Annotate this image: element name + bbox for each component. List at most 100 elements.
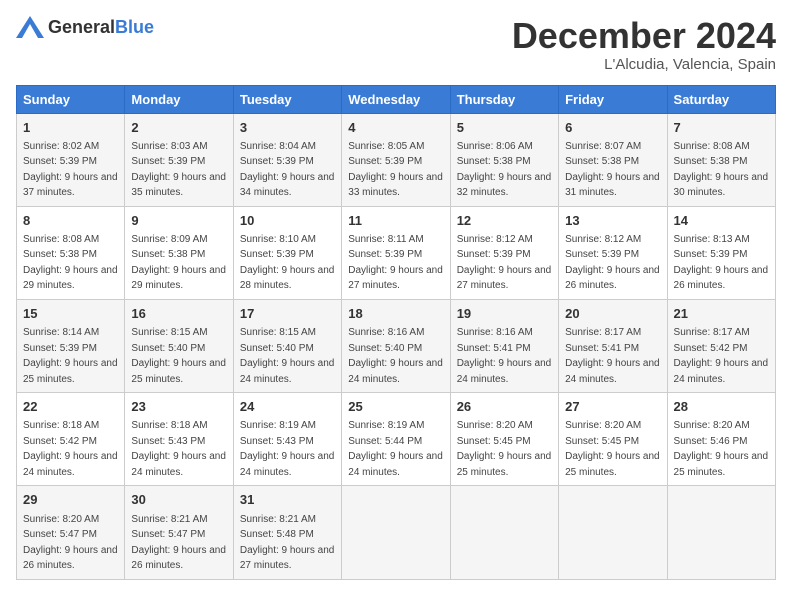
calendar-body: 1 Sunrise: 8:02 AM Sunset: 5:39 PM Daylig… xyxy=(17,113,776,579)
day-number: 19 xyxy=(457,305,552,323)
day-info: Sunrise: 8:17 AM Sunset: 5:41 PM Dayligh… xyxy=(565,327,660,385)
week-row-5: 29 Sunrise: 8:20 AM Sunset: 5:47 PM Dayli… xyxy=(17,486,776,579)
cell-week5-day1: 30 Sunrise: 8:21 AM Sunset: 5:47 PM Dayli… xyxy=(125,486,233,579)
cell-week2-day2: 10 Sunrise: 8:10 AM Sunset: 5:39 PM Dayli… xyxy=(233,206,341,299)
day-number: 20 xyxy=(565,305,660,323)
day-number: 27 xyxy=(565,398,660,416)
day-info: Sunrise: 8:10 AM Sunset: 5:39 PM Dayligh… xyxy=(240,234,335,292)
day-number: 6 xyxy=(565,119,660,137)
day-info: Sunrise: 8:04 AM Sunset: 5:39 PM Dayligh… xyxy=(240,141,335,199)
week-row-4: 22Sunrise: 8:18 AM Sunset: 5:42 PM Dayli… xyxy=(17,393,776,486)
logo: GeneralBlue xyxy=(16,16,154,38)
header-row: SundayMondayTuesdayWednesdayThursdayFrid… xyxy=(17,85,776,113)
title-area: December 2024 L'Alcudia, Valencia, Spain xyxy=(512,16,776,73)
cell-week5-day6 xyxy=(667,486,775,579)
day-number: 9 xyxy=(131,212,226,230)
day-info: Sunrise: 8:20 AM Sunset: 5:46 PM Dayligh… xyxy=(674,420,769,478)
cell-week2-day1: 9Sunrise: 8:09 AM Sunset: 5:38 PM Daylig… xyxy=(125,206,233,299)
day-number: 30 xyxy=(131,491,226,509)
day-info: Sunrise: 8:02 AM Sunset: 5:39 PM Dayligh… xyxy=(23,141,118,199)
day-info: Sunrise: 8:08 AM Sunset: 5:38 PM Dayligh… xyxy=(674,141,769,199)
day-number: 21 xyxy=(674,305,769,323)
cell-week4-day3: 25Sunrise: 8:19 AM Sunset: 5:44 PM Dayli… xyxy=(342,393,450,486)
day-number: 29 xyxy=(23,491,118,509)
cell-week3-day5: 20 Sunrise: 8:17 AM Sunset: 5:41 PM Dayli… xyxy=(559,299,667,392)
day-number: 4 xyxy=(348,119,443,137)
day-info: Sunrise: 8:11 AM Sunset: 5:39 PM Dayligh… xyxy=(348,234,443,292)
day-info: Sunrise: 8:18 AM Sunset: 5:43 PM Dayligh… xyxy=(131,420,226,478)
header-col-monday: Monday xyxy=(125,85,233,113)
header-col-sunday: Sunday xyxy=(17,85,125,113)
logo-blue: Blue xyxy=(115,17,154,37)
cell-week1-day0: 1 Sunrise: 8:02 AM Sunset: 5:39 PM Daylig… xyxy=(17,113,125,206)
logo-general: General xyxy=(48,17,115,37)
day-info: Sunrise: 8:21 AM Sunset: 5:48 PM Dayligh… xyxy=(240,514,335,572)
day-info: Sunrise: 8:06 AM Sunset: 5:38 PM Dayligh… xyxy=(457,141,552,199)
cell-week5-day0: 29 Sunrise: 8:20 AM Sunset: 5:47 PM Dayli… xyxy=(17,486,125,579)
cell-week1-day5: 6 Sunrise: 8:07 AM Sunset: 5:38 PM Daylig… xyxy=(559,113,667,206)
day-info: Sunrise: 8:20 AM Sunset: 5:47 PM Dayligh… xyxy=(23,514,118,572)
header-col-friday: Friday xyxy=(559,85,667,113)
cell-week2-day6: 14Sunrise: 8:13 AM Sunset: 5:39 PM Dayli… xyxy=(667,206,775,299)
cell-week5-day5 xyxy=(559,486,667,579)
logo-icon xyxy=(16,16,44,38)
day-info: Sunrise: 8:08 AM Sunset: 5:38 PM Dayligh… xyxy=(23,234,118,292)
cell-week1-day1: 2Sunrise: 8:03 AM Sunset: 5:39 PM Daylig… xyxy=(125,113,233,206)
cell-week2-day3: 11 Sunrise: 8:11 AM Sunset: 5:39 PM Dayli… xyxy=(342,206,450,299)
cell-week4-day0: 22Sunrise: 8:18 AM Sunset: 5:42 PM Dayli… xyxy=(17,393,125,486)
calendar-table: SundayMondayTuesdayWednesdayThursdayFrid… xyxy=(16,85,776,580)
day-number: 12 xyxy=(457,212,552,230)
week-row-3: 15 Sunrise: 8:14 AM Sunset: 5:39 PM Dayli… xyxy=(17,299,776,392)
cell-week1-day3: 4Sunrise: 8:05 AM Sunset: 5:39 PM Daylig… xyxy=(342,113,450,206)
page-header: GeneralBlue December 2024 L'Alcudia, Val… xyxy=(16,16,776,73)
day-number: 14 xyxy=(674,212,769,230)
week-row-1: 1 Sunrise: 8:02 AM Sunset: 5:39 PM Daylig… xyxy=(17,113,776,206)
day-info: Sunrise: 8:16 AM Sunset: 5:40 PM Dayligh… xyxy=(348,327,443,385)
day-number: 11 xyxy=(348,212,443,230)
cell-week2-day0: 8 Sunrise: 8:08 AM Sunset: 5:38 PM Daylig… xyxy=(17,206,125,299)
cell-week3-day2: 17 Sunrise: 8:15 AM Sunset: 5:40 PM Dayli… xyxy=(233,299,341,392)
day-info: Sunrise: 8:07 AM Sunset: 5:38 PM Dayligh… xyxy=(565,141,660,199)
cell-week4-day4: 26 Sunrise: 8:20 AM Sunset: 5:45 PM Dayli… xyxy=(450,393,558,486)
day-number: 1 xyxy=(23,119,118,137)
day-number: 31 xyxy=(240,491,335,509)
day-number: 3 xyxy=(240,119,335,137)
day-number: 13 xyxy=(565,212,660,230)
cell-week4-day5: 27 Sunrise: 8:20 AM Sunset: 5:45 PM Dayli… xyxy=(559,393,667,486)
day-info: Sunrise: 8:19 AM Sunset: 5:44 PM Dayligh… xyxy=(348,420,443,478)
day-number: 22 xyxy=(23,398,118,416)
day-number: 5 xyxy=(457,119,552,137)
cell-week4-day1: 23 Sunrise: 8:18 AM Sunset: 5:43 PM Dayli… xyxy=(125,393,233,486)
day-info: Sunrise: 8:20 AM Sunset: 5:45 PM Dayligh… xyxy=(565,420,660,478)
day-number: 10 xyxy=(240,212,335,230)
day-info: Sunrise: 8:14 AM Sunset: 5:39 PM Dayligh… xyxy=(23,327,118,385)
cell-week3-day0: 15 Sunrise: 8:14 AM Sunset: 5:39 PM Dayli… xyxy=(17,299,125,392)
day-number: 18 xyxy=(348,305,443,323)
cell-week3-day4: 19Sunrise: 8:16 AM Sunset: 5:41 PM Dayli… xyxy=(450,299,558,392)
day-info: Sunrise: 8:15 AM Sunset: 5:40 PM Dayligh… xyxy=(240,327,335,385)
header-col-saturday: Saturday xyxy=(667,85,775,113)
day-number: 2 xyxy=(131,119,226,137)
day-number: 17 xyxy=(240,305,335,323)
week-row-2: 8 Sunrise: 8:08 AM Sunset: 5:38 PM Daylig… xyxy=(17,206,776,299)
day-info: Sunrise: 8:19 AM Sunset: 5:43 PM Dayligh… xyxy=(240,420,335,478)
page-title: December 2024 xyxy=(512,16,776,56)
day-number: 15 xyxy=(23,305,118,323)
cell-week1-day2: 3 Sunrise: 8:04 AM Sunset: 5:39 PM Daylig… xyxy=(233,113,341,206)
day-number: 26 xyxy=(457,398,552,416)
calendar-header: SundayMondayTuesdayWednesdayThursdayFrid… xyxy=(17,85,776,113)
day-info: Sunrise: 8:20 AM Sunset: 5:45 PM Dayligh… xyxy=(457,420,552,478)
day-number: 16 xyxy=(131,305,226,323)
cell-week4-day6: 28Sunrise: 8:20 AM Sunset: 5:46 PM Dayli… xyxy=(667,393,775,486)
day-info: Sunrise: 8:12 AM Sunset: 5:39 PM Dayligh… xyxy=(457,234,552,292)
header-col-tuesday: Tuesday xyxy=(233,85,341,113)
cell-week3-day3: 18 Sunrise: 8:16 AM Sunset: 5:40 PM Dayli… xyxy=(342,299,450,392)
cell-week5-day2: 31 Sunrise: 8:21 AM Sunset: 5:48 PM Dayli… xyxy=(233,486,341,579)
cell-week2-day5: 13Sunrise: 8:12 AM Sunset: 5:39 PM Dayli… xyxy=(559,206,667,299)
day-number: 23 xyxy=(131,398,226,416)
day-info: Sunrise: 8:21 AM Sunset: 5:47 PM Dayligh… xyxy=(131,514,226,572)
day-number: 8 xyxy=(23,212,118,230)
cell-week5-day4 xyxy=(450,486,558,579)
cell-week2-day4: 12 Sunrise: 8:12 AM Sunset: 5:39 PM Dayli… xyxy=(450,206,558,299)
page-subtitle: L'Alcudia, Valencia, Spain xyxy=(512,56,776,73)
